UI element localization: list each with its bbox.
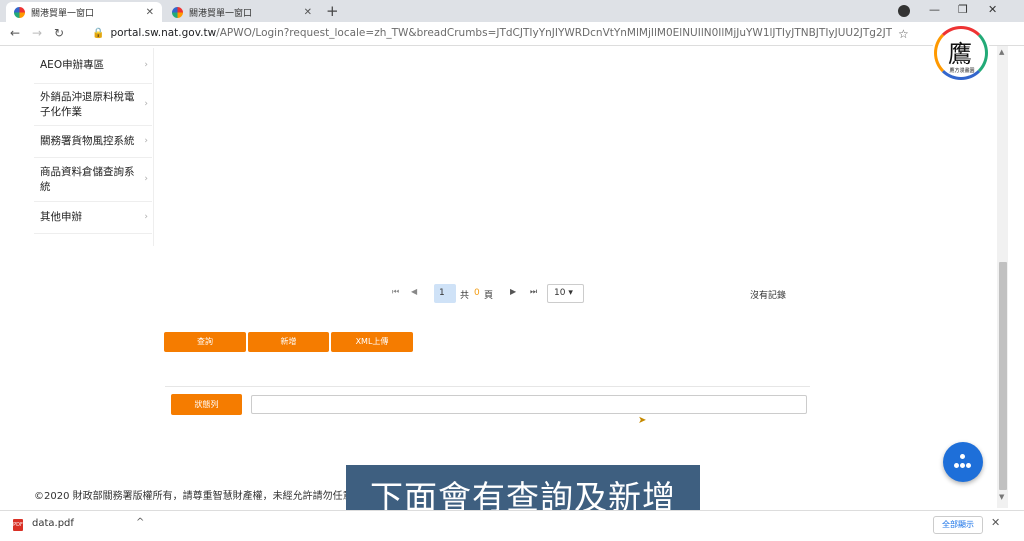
- dot-icon: [966, 463, 971, 468]
- sidebar-item-label: 外銷品沖退原料稅電子化作業: [40, 90, 135, 118]
- bookmark-star-icon[interactable]: ☆: [898, 27, 909, 41]
- restore-icon[interactable]: ❐: [958, 3, 968, 16]
- dot-icon: [960, 454, 965, 459]
- profile-icon[interactable]: [898, 5, 910, 17]
- tab-title: 關港貿單一窗口: [31, 8, 95, 19]
- scroll-up-icon[interactable]: ▲: [999, 48, 1004, 56]
- sidebar-item-label: 關務署貨物風控系統: [40, 135, 135, 147]
- chevron-right-icon: ›: [144, 99, 148, 109]
- no-records-label: 沒有記錄: [750, 291, 787, 301]
- sidebar-item-label: AEO申辦專區: [40, 59, 105, 71]
- next-page-icon[interactable]: ▶: [510, 287, 516, 296]
- add-button[interactable]: 新增: [248, 332, 329, 352]
- status-bar-button[interactable]: 狀態列: [171, 394, 242, 415]
- chevron-right-icon: ›: [144, 174, 148, 184]
- dot-icon: [960, 463, 965, 468]
- chevron-right-icon: ›: [144, 212, 148, 222]
- tab-close-icon[interactable]: ✕: [304, 7, 312, 18]
- scroll-down-icon[interactable]: ▼: [999, 493, 1004, 501]
- current-page-input[interactable]: 1: [434, 284, 456, 303]
- query-button[interactable]: 查詢: [164, 332, 246, 352]
- chevron-right-icon: ›: [144, 60, 148, 70]
- dot-icon: [954, 463, 959, 468]
- prev-page-icon[interactable]: ◀: [411, 287, 417, 296]
- floating-menu-button[interactable]: [943, 442, 983, 482]
- status-input[interactable]: [251, 395, 807, 414]
- show-all-downloads-button[interactable]: 全部顯示: [933, 516, 983, 534]
- tab-active[interactable]: 關港貿單一窗口 ✕: [6, 2, 162, 22]
- download-bar: PDF data.pdf ^ 全部顯示 ✕: [0, 510, 1024, 541]
- back-icon[interactable]: ←: [10, 26, 20, 40]
- pdf-file-icon: PDF: [13, 519, 23, 531]
- sidebar-item-label: 其他申辦: [40, 211, 82, 223]
- site-favicon-icon: [14, 6, 25, 18]
- reload-icon[interactable]: ↻: [54, 26, 64, 40]
- download-file-name[interactable]: data.pdf: [32, 518, 74, 529]
- tab-inactive[interactable]: 關港貿單一窗口 ✕: [164, 2, 320, 22]
- site-favicon-icon: [172, 6, 183, 18]
- last-page-icon[interactable]: ⏭: [530, 287, 537, 297]
- page-size-select[interactable]: 10 ▾: [547, 284, 584, 303]
- total-pages: 0: [474, 288, 480, 298]
- sidebar-item-product-warehouse[interactable]: 商品資料倉儲查詢系統 ›: [34, 158, 152, 202]
- forward-icon[interactable]: →: [32, 26, 42, 40]
- browser-tab-strip: 關港貿單一窗口 ✕ 關港貿單一窗口 ✕ + — ❐ ✕: [0, 0, 1024, 22]
- sidebar-item-aeo[interactable]: AEO申辦專區 ›: [34, 48, 152, 84]
- lock-icon: 🔒: [92, 28, 105, 39]
- total-suffix: 頁: [484, 291, 494, 301]
- tab-title: 關港貿單一窗口: [189, 8, 253, 19]
- logo-glyph: 鷹: [948, 40, 972, 68]
- sidebar-item-export-drawback[interactable]: 外銷品沖退原料稅電子化作業 ›: [34, 84, 152, 126]
- sidebar-menu: AEO申辦專區 › 外銷品沖退原料稅電子化作業 › 關務署貨物風控系統 › 商品…: [34, 48, 154, 246]
- watermark-logo: 鷹 鷹方漫畫園: [932, 24, 990, 82]
- url-path: /APWO/Login?request_locale=zh_TW&breadCr…: [216, 27, 892, 39]
- xml-upload-button[interactable]: XML上傳: [331, 332, 413, 352]
- sidebar-item-label: 商品資料倉儲查詢系統: [40, 165, 135, 193]
- total-prefix: 共: [460, 291, 470, 301]
- section-divider: [165, 386, 810, 387]
- url-field[interactable]: 🔒 portal.sw.nat.gov.tw/APWO/Login?request…: [92, 27, 892, 39]
- download-options-icon[interactable]: ^: [136, 517, 144, 528]
- chevron-right-icon: ›: [144, 136, 148, 146]
- logo-caption: 鷹方漫畫園: [949, 68, 975, 74]
- scrollbar-thumb[interactable]: [999, 262, 1007, 490]
- address-bar: ← → ↻ 🔒 portal.sw.nat.gov.tw/APWO/Login?r…: [0, 22, 1024, 46]
- new-tab-icon[interactable]: +: [326, 2, 339, 20]
- minimize-icon[interactable]: —: [929, 3, 940, 16]
- sidebar-item-risk-control[interactable]: 關務署貨物風控系統 ›: [34, 126, 152, 158]
- tab-close-icon[interactable]: ✕: [146, 7, 154, 18]
- mouse-cursor-icon: ➤: [638, 415, 647, 426]
- first-page-icon[interactable]: ⏮: [392, 287, 399, 297]
- sidebar-item-other[interactable]: 其他申辦 ›: [34, 202, 152, 234]
- download-bar-close-icon[interactable]: ✕: [991, 516, 1000, 529]
- url-domain: portal.sw.nat.gov.tw: [110, 27, 217, 39]
- copyright-text: ©2020 財政部關務署版權所有，請尊重智慧財產權，未經允許請勿任意轉載、複製: [34, 491, 354, 502]
- window-close-icon[interactable]: ✕: [988, 3, 997, 16]
